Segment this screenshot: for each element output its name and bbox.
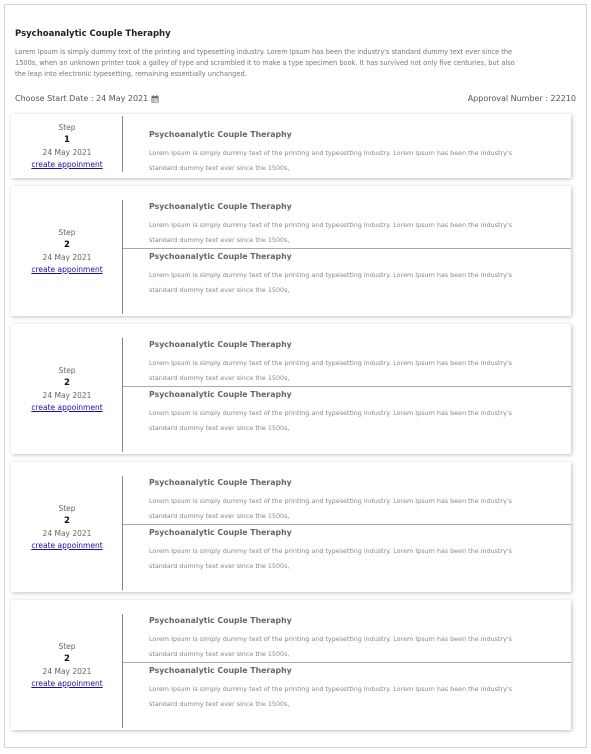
session-title: Psychoanalytic Couple Theraphy	[149, 340, 292, 349]
session-description: Lorem Ipsum is simply dummy text of the …	[149, 497, 512, 520]
step-label: Step	[58, 642, 76, 651]
create-appointment-link[interactable]: create appoinment	[31, 159, 102, 170]
session-divider	[123, 662, 571, 663]
create-appointment-link[interactable]: create appoinment	[31, 264, 102, 275]
session-divider	[123, 248, 571, 249]
step-label: Step	[58, 504, 76, 513]
approval-number: Apporoval Number : 22210	[467, 94, 576, 103]
step-number: 2	[64, 516, 70, 526]
session-description: Lorem Ipsum is simply dummy text of the …	[149, 149, 512, 172]
session-description: Lorem Ipsum is simply dummy text of the …	[149, 271, 512, 294]
session-item: Psychoanalytic Couple Theraphy Lorem Ipsu…	[123, 250, 571, 300]
session-item: Psychoanalytic Couple Theraphy Lorem Ipsu…	[123, 388, 571, 438]
step-column: Step 1 24 May 2021 create appoinment	[11, 114, 123, 178]
step-card: Step 2 24 May 2021 create appoinment Psychoa…	[11, 186, 571, 316]
step-date: 24 May 2021	[42, 148, 92, 157]
session-title: Psychoanalytic Couple Theraphy	[149, 478, 292, 487]
calendar-icon[interactable]	[151, 94, 159, 103]
session-item: Psychoanalytic Couple Theraphy Lorem Ipsu…	[123, 114, 571, 178]
step-column: Step 2 24 May 2021 create appoinment	[11, 462, 123, 592]
session-title: Psychoanalytic Couple Theraphy	[149, 202, 292, 211]
start-date-label: Choose Start Date : 24 May 2021	[15, 94, 149, 103]
session-description: Lorem Ipsum is simply dummy text of the …	[149, 635, 512, 658]
session-description: Lorem Ipsum is simply dummy text of the …	[149, 409, 512, 432]
session-divider	[123, 386, 571, 387]
step-column: Step 2 24 May 2021 create appoinment	[11, 186, 123, 316]
step-label: Step	[58, 366, 76, 375]
session-title: Psychoanalytic Couple Theraphy	[149, 666, 292, 675]
session-item: Psychoanalytic Couple Theraphy Lorem Ipsu…	[123, 526, 571, 576]
session-title: Psychoanalytic Couple Theraphy	[149, 616, 292, 625]
page-title: Psychoanalytic Couple Theraphy	[15, 29, 171, 39]
step-date: 24 May 2021	[42, 667, 92, 676]
session-item: Psychoanalytic Couple Theraphy Lorem Ipsu…	[123, 664, 571, 714]
step-date: 24 May 2021	[42, 391, 92, 400]
step-label: Step	[58, 228, 76, 237]
session-title: Psychoanalytic Couple Theraphy	[149, 390, 292, 399]
page-description: Lorem Ipsum is simply dummy text of the …	[15, 48, 515, 78]
start-date-picker[interactable]: Choose Start Date : 24 May 2021	[15, 94, 159, 103]
step-card: Step 2 24 May 2021 create appoinment Psychoa…	[11, 600, 571, 730]
session-item: Psychoanalytic Couple Theraphy Lorem Ipsu…	[123, 338, 571, 388]
session-description: Lorem Ipsum is simply dummy text of the …	[149, 221, 512, 244]
create-appointment-link[interactable]: create appoinment	[31, 678, 102, 689]
session-title: Psychoanalytic Couple Theraphy	[149, 130, 292, 139]
session-item: Psychoanalytic Couple Theraphy Lorem Ipsu…	[123, 614, 571, 664]
step-card: Step 2 24 May 2021 create appoinment Psychoa…	[11, 324, 571, 454]
step-date: 24 May 2021	[42, 253, 92, 262]
step-number: 1	[64, 135, 70, 145]
session-item: Psychoanalytic Couple Theraphy Lorem Ipsu…	[123, 476, 571, 526]
step-card: Step 1 24 May 2021 create appoinment Psychoa…	[11, 114, 571, 178]
session-description: Lorem Ipsum is simply dummy text of the …	[149, 547, 512, 570]
session-title: Psychoanalytic Couple Theraphy	[149, 528, 292, 537]
step-label: Step	[58, 123, 76, 132]
create-appointment-link[interactable]: create appoinment	[31, 402, 102, 413]
session-item: Psychoanalytic Couple Theraphy Lorem Ipsu…	[123, 200, 571, 250]
step-card: Step 2 24 May 2021 create appoinment Psychoa…	[11, 462, 571, 592]
step-number: 2	[64, 654, 70, 664]
step-number: 2	[64, 240, 70, 250]
session-description: Lorem Ipsum is simply dummy text of the …	[149, 359, 512, 382]
session-divider	[123, 524, 571, 525]
step-column: Step 2 24 May 2021 create appoinment	[11, 600, 123, 730]
step-number: 2	[64, 378, 70, 388]
session-description: Lorem Ipsum is simply dummy text of the …	[149, 685, 512, 708]
step-date: 24 May 2021	[42, 529, 92, 538]
meta-row: Choose Start Date : 24 May 2021 Apporova…	[15, 94, 576, 108]
create-appointment-link[interactable]: create appoinment	[31, 540, 102, 551]
step-column: Step 2 24 May 2021 create appoinment	[11, 324, 123, 454]
session-title: Psychoanalytic Couple Theraphy	[149, 252, 292, 261]
